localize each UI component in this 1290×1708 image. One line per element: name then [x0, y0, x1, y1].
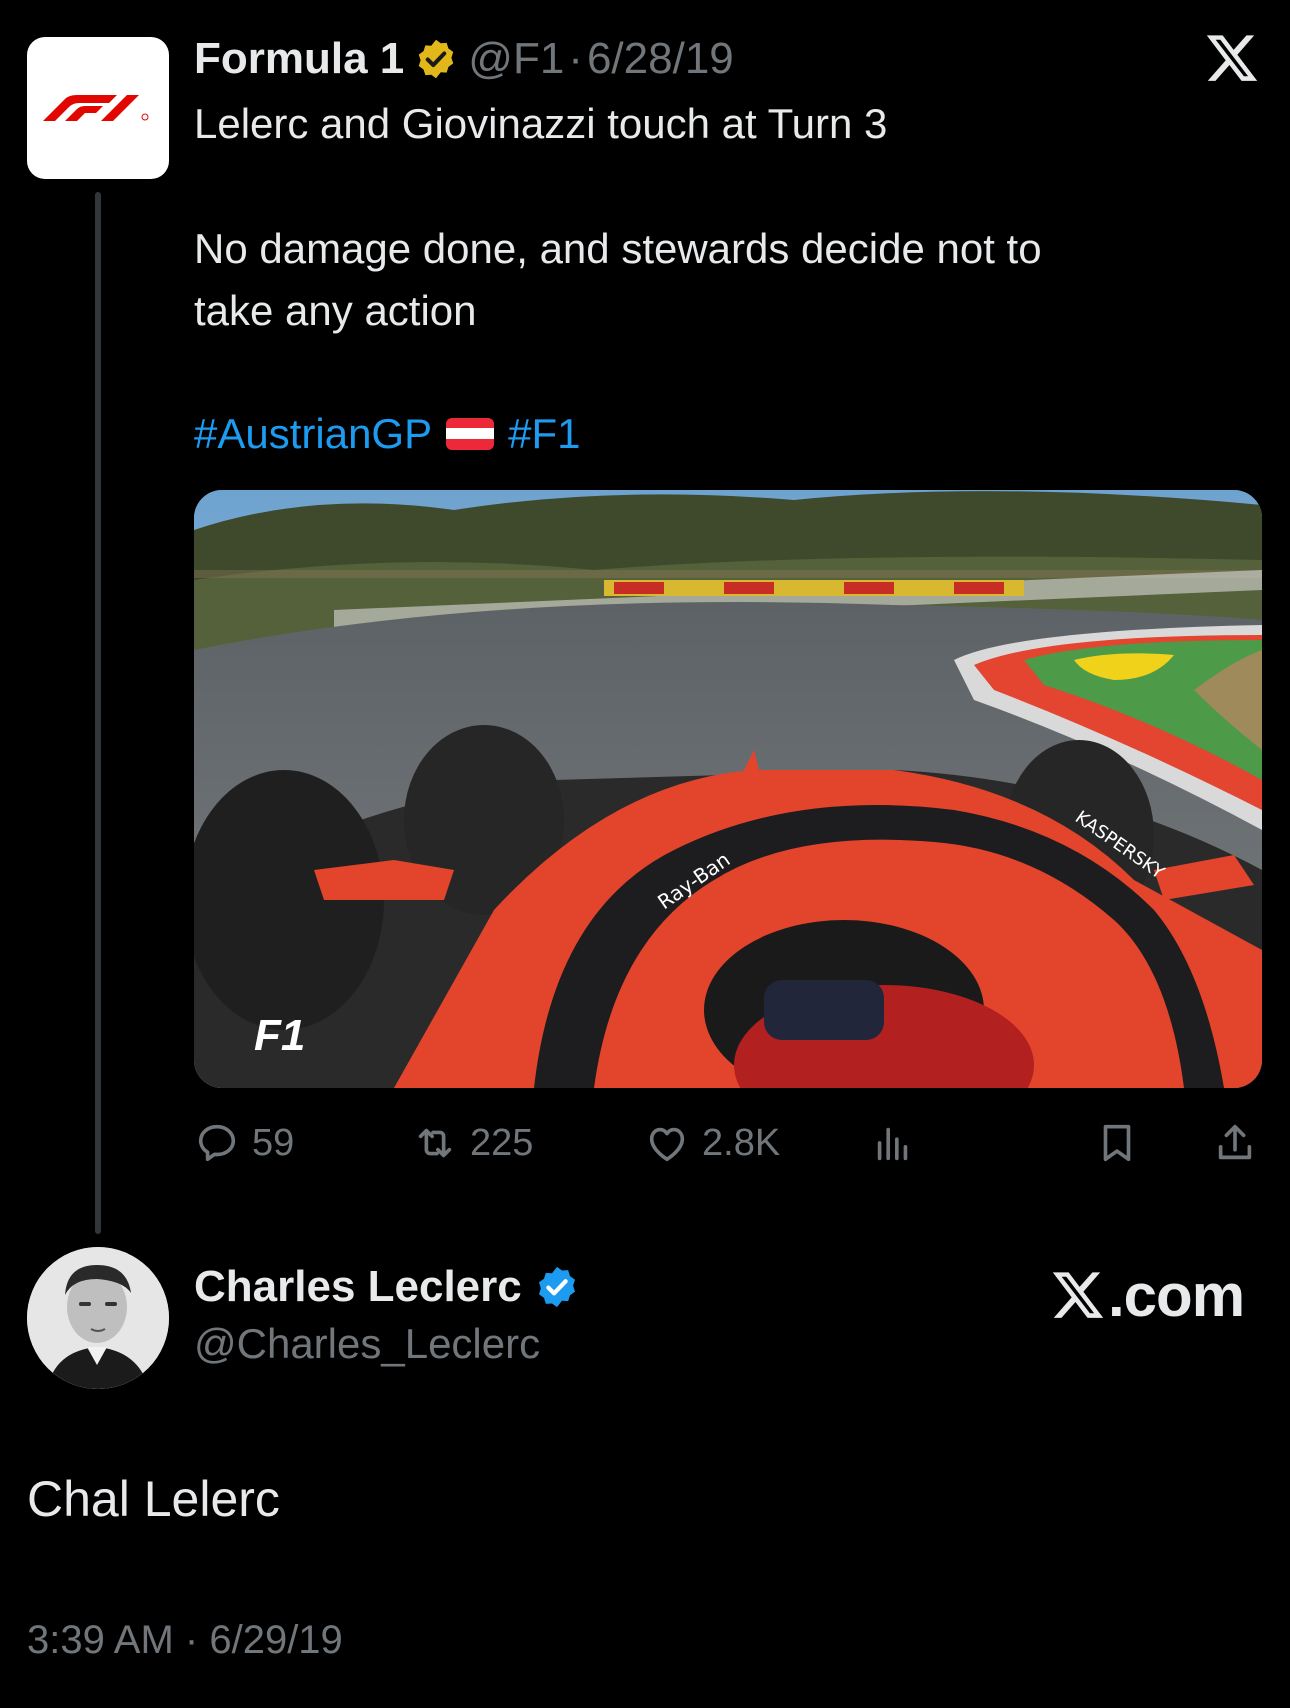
reply-timestamp[interactable]: 3:39 AM · 6/29/19	[27, 1618, 343, 1663]
x-logo-icon[interactable]	[1204, 30, 1260, 86]
like-button[interactable]: 2.8K	[644, 1116, 780, 1170]
tweet-action-bar: 59 225 2.8K	[194, 1116, 1262, 1170]
reply-icon	[198, 1124, 236, 1162]
reply-count: 59	[252, 1121, 295, 1164]
timestamp-separator: ·	[184, 1618, 199, 1662]
quoted-text-line-2: No damage done, and stewards decide not …	[194, 225, 1042, 272]
quoted-tweet-header: Formula 1 @F1 · 6/28/19	[194, 30, 734, 88]
reply-author-name-row: Charles Leclerc	[194, 1258, 580, 1316]
reply-text: Chal Lelerc	[27, 1471, 280, 1527]
profile-photo	[27, 1247, 169, 1389]
quoted-text-line-1: Lelerc and Giovinazzi touch at Turn 3	[194, 100, 888, 147]
leclerc-avatar[interactable]	[27, 1247, 169, 1389]
reply-time: 3:39 AM	[27, 1618, 174, 1662]
reply-author-handle[interactable]: @Charles_Leclerc	[194, 1320, 540, 1368]
hashtag-austriangp[interactable]: #AustrianGP	[194, 410, 432, 458]
hashtag-f1[interactable]: #F1	[508, 410, 580, 458]
retweet-count: 225	[470, 1121, 534, 1164]
like-count: 2.8K	[702, 1121, 781, 1164]
share-icon	[1218, 1124, 1252, 1160]
x-com-suffix: .com	[1108, 1261, 1245, 1329]
reply-date: 6/29/19	[209, 1618, 343, 1662]
retweet-icon	[418, 1128, 452, 1158]
thread-line	[95, 192, 101, 1234]
quoted-author-handle[interactable]: @F1	[468, 34, 564, 84]
quoted-text-line-3: take any action	[194, 287, 477, 334]
share-button[interactable]	[1212, 1116, 1258, 1170]
heart-icon	[649, 1127, 685, 1162]
tweet-media-image[interactable]: Ray-Ban KASPERSKY F1	[194, 490, 1262, 1088]
bookmark-button[interactable]	[1094, 1116, 1140, 1170]
reply-author-name[interactable]: Charles Leclerc	[194, 1262, 522, 1312]
f1-avatar[interactable]	[27, 37, 169, 179]
austria-flag-icon	[446, 417, 495, 450]
reply-button[interactable]: 59	[194, 1116, 294, 1170]
onboard-camera-illustration: Ray-Ban KASPERSKY F1	[194, 490, 1262, 1088]
retweet-button[interactable]: 225	[412, 1116, 533, 1170]
gold-verified-badge-icon	[419, 39, 454, 79]
quoted-date[interactable]: 6/28/19	[587, 34, 734, 84]
header-separator: ·	[568, 34, 583, 83]
quoted-author-name[interactable]: Formula 1	[194, 34, 404, 84]
views-bar-chart-icon	[877, 1127, 908, 1161]
media-f1-watermark: F1	[254, 1011, 305, 1060]
views-button[interactable]	[870, 1116, 916, 1170]
hashtag-row: #AustrianGP #F1	[194, 403, 581, 464]
x-logo-icon	[1052, 1272, 1104, 1318]
bookmark-icon	[1103, 1124, 1131, 1162]
x-com-brand: .com	[1050, 1260, 1245, 1330]
blue-verified-badge-icon	[538, 1266, 575, 1308]
f1-logo-icon	[43, 95, 149, 121]
